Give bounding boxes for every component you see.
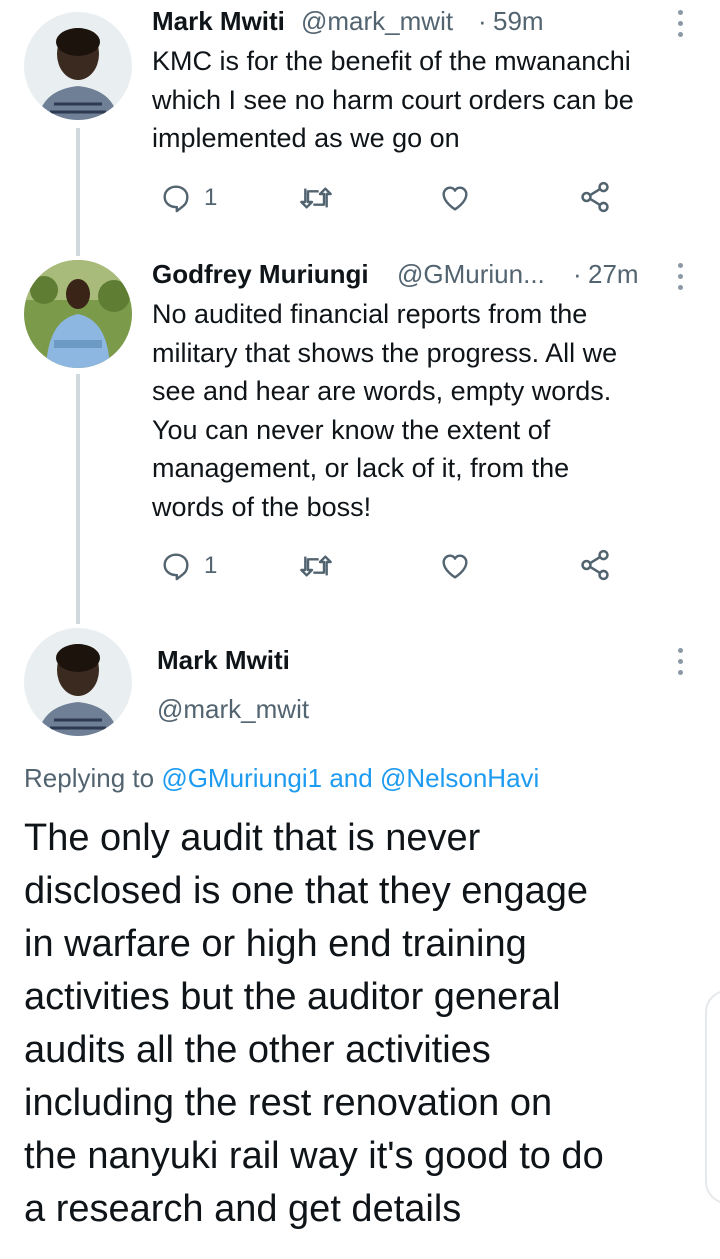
mention-link[interactable]: @GMuriungi1	[161, 763, 322, 793]
like-button[interactable]	[438, 550, 472, 582]
tweet-text-line: You can never know the extent of	[152, 414, 551, 445]
tweet-text-line: audits all the other activities	[24, 1029, 491, 1071]
retweet-button[interactable]	[298, 550, 334, 582]
tweet-text: No audited financial reports from the mi…	[152, 295, 700, 526]
share-icon	[581, 549, 609, 581]
tweet-text-line: in warfare or high end training	[24, 923, 527, 965]
tweet-author-name[interactable]: Godfrey Muriungi	[152, 259, 369, 290]
tweet-author-handle[interactable]: @mark_mwit	[301, 6, 453, 37]
tweet-text-line: implemented as we go on	[152, 123, 460, 153]
person-avatar-icon	[24, 628, 132, 736]
reply-count: 1	[204, 552, 218, 579]
reply-count: 1	[204, 184, 218, 211]
share-icon	[581, 181, 609, 213]
tweet-text-line: activities but the auditor general	[24, 976, 561, 1018]
tweet-timestamp[interactable]: 59m	[493, 6, 544, 37]
more-options-icon[interactable]	[670, 648, 690, 682]
edge-panel-handle[interactable]	[705, 990, 720, 1204]
more-options-icon[interactable]	[670, 263, 690, 297]
heart-icon	[442, 186, 468, 211]
tweet-text-line: the nanyuki rail way it's good to do	[24, 1135, 604, 1177]
reply-icon	[163, 553, 189, 581]
replying-to-line: Replying to @GMuriungi1 and @NelsonHavi	[24, 763, 539, 794]
focused-author-name[interactable]: Mark Mwiti	[157, 645, 290, 676]
tweet-text-line: disclosed is one that they engage	[24, 870, 589, 912]
tweet-text-line: management, or lack of it, from the	[152, 453, 570, 483]
like-button[interactable]	[438, 182, 472, 214]
replying-to-label: Replying to	[24, 763, 155, 793]
avatar-mark-mwiti[interactable]	[24, 628, 132, 736]
share-button[interactable]	[578, 548, 612, 582]
tweet-separator: ·	[573, 259, 582, 289]
avatar-godfrey-muriungi[interactable]	[24, 260, 132, 368]
person-avatar-icon	[24, 260, 132, 368]
thread-line	[76, 128, 80, 256]
retweet-icon	[300, 187, 332, 209]
more-options-icon[interactable]	[670, 10, 690, 44]
heart-icon	[442, 554, 468, 579]
tweet-text-line: military that shows the progress. All we	[152, 337, 618, 368]
tweet-text-line: including the rest renovation on	[24, 1082, 553, 1124]
tweet-text-line: a research and get details	[24, 1188, 462, 1230]
tweet-text-line: see and hear are words, empty words.	[152, 376, 612, 406]
focused-author-handle[interactable]: @mark_mwit	[157, 694, 309, 725]
tweet-separator: ·	[478, 6, 487, 36]
mention-link[interactable]: @NelsonHavi	[380, 763, 539, 793]
person-avatar-icon	[24, 12, 132, 120]
focused-tweet-text: The only audit that is never disclosed i…	[24, 812, 714, 1236]
tweet-text-line: words of the boss!	[152, 491, 372, 522]
avatar-mark-mwiti[interactable]	[24, 12, 132, 120]
tweet-author-handle[interactable]: @GMuriun...	[397, 259, 545, 290]
thread-line	[76, 374, 80, 624]
retweet-button[interactable]	[298, 182, 334, 214]
reply-button[interactable]: 1	[160, 550, 217, 582]
share-button[interactable]	[578, 180, 612, 214]
tweet-author-name[interactable]: Mark Mwiti	[152, 6, 285, 37]
retweet-icon	[300, 555, 332, 577]
reply-button[interactable]: 1	[160, 182, 217, 214]
mention-conjunction: and	[329, 763, 373, 793]
tweet-text: KMC is for the benefit of the mwananchi …	[152, 42, 700, 158]
tweet-text-line: KMC is for the benefit of the mwananchi	[152, 46, 631, 76]
tweet-text-line: The only audit that is never	[24, 817, 481, 859]
reply-icon	[163, 185, 189, 213]
tweet-timestamp[interactable]: 27m	[588, 259, 639, 290]
tweet-text-line: No audited financial reports from the	[152, 299, 588, 329]
tweet-text-line: which I see no harm court orders can be	[152, 84, 634, 115]
